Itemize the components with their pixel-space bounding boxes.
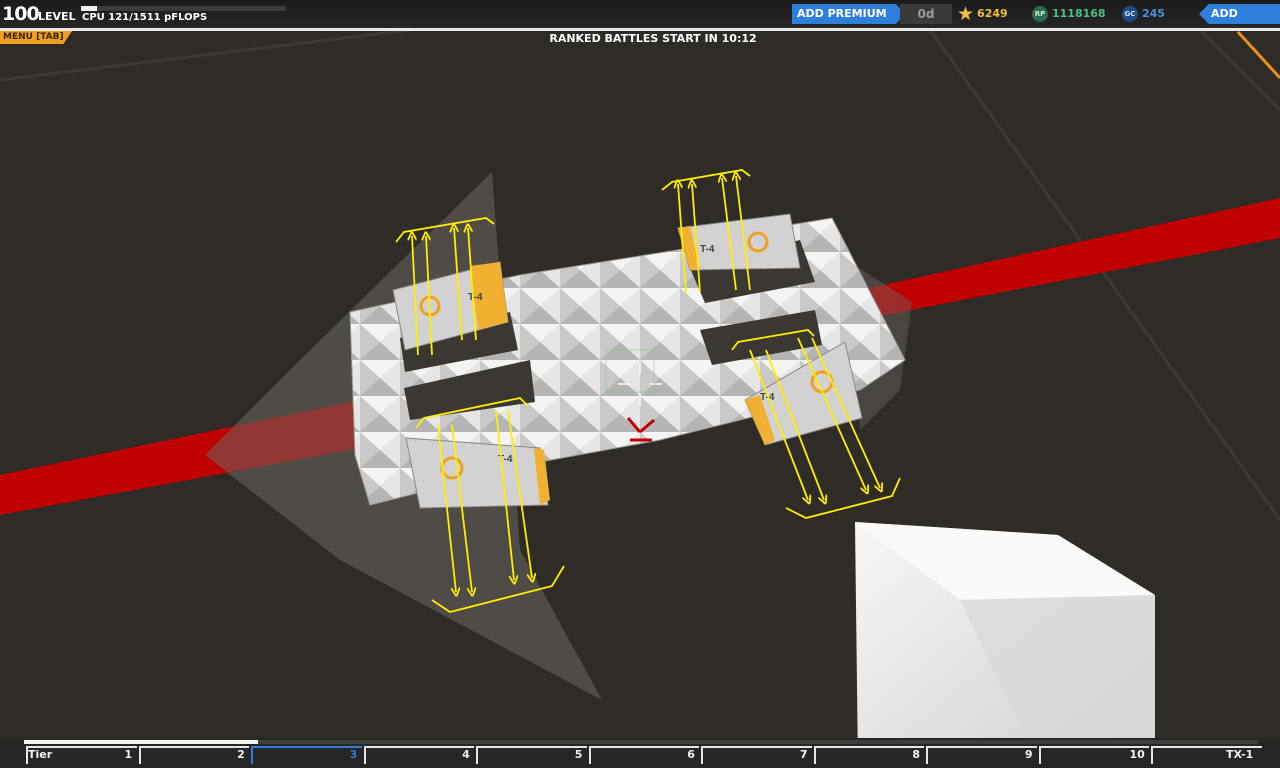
tier-segment bbox=[26, 746, 137, 764]
tier-label: 10 bbox=[1129, 748, 1145, 761]
tier-segment bbox=[813, 746, 925, 764]
tier-progress-bar bbox=[24, 740, 1258, 744]
tier-label: 3 bbox=[349, 748, 358, 761]
player-level-value: 100 bbox=[2, 3, 40, 25]
tier-label: 7 bbox=[799, 748, 808, 761]
player-level-label: LEVEL bbox=[38, 10, 76, 23]
tier-label: 9 bbox=[1024, 748, 1033, 761]
ranked-battles-notice: RANKED BATTLES START IN 10:12 bbox=[549, 32, 757, 45]
cpu-usage-label: CPU 121/1511 pFLOPS bbox=[82, 12, 208, 23]
tier-segment bbox=[588, 746, 700, 764]
galaxy-coin-currency: GC 245 bbox=[1122, 4, 1165, 24]
tier-segment bbox=[701, 746, 812, 764]
star-currency: ★ 6249 bbox=[957, 4, 1008, 24]
tier-label: 2 bbox=[237, 748, 245, 761]
foreground-cube-block bbox=[855, 522, 1155, 768]
cpu-usage-fill bbox=[81, 6, 98, 11]
tier-segment bbox=[138, 746, 250, 764]
premium-days-remaining: 0d bbox=[900, 4, 952, 24]
tier-progress-fill bbox=[24, 740, 259, 744]
thruster-label: T-4 bbox=[468, 292, 483, 303]
game-viewport[interactable]: T-4 T-4 T-4 T-4 bbox=[0, 0, 1280, 768]
star-icon: ★ bbox=[957, 3, 975, 25]
add-premium-button[interactable]: ADD PREMIUM bbox=[792, 4, 905, 24]
gc-icon: GC bbox=[1122, 6, 1138, 22]
tier-label: 4 bbox=[462, 748, 470, 761]
rp-icon: RP bbox=[1032, 6, 1048, 22]
tier-label: 8 bbox=[912, 748, 921, 761]
top-hud-divider bbox=[0, 28, 1280, 31]
cpu-usage-bar bbox=[81, 6, 286, 11]
tier-label: 1 bbox=[124, 748, 133, 761]
star-currency-value: 6249 bbox=[977, 7, 1008, 20]
thruster-label: T-4 bbox=[700, 244, 715, 255]
galaxy-coin-value: 245 bbox=[1142, 7, 1165, 20]
tier-segment bbox=[476, 746, 587, 764]
thruster-t4-bottom-left[interactable]: T-4 bbox=[405, 437, 550, 509]
tier-label: 5 bbox=[574, 748, 583, 761]
tier-segment bbox=[251, 746, 362, 764]
tier-label: TX-1 bbox=[1226, 748, 1254, 761]
tier-label: 6 bbox=[687, 748, 695, 761]
robit-currency-value: 1118168 bbox=[1052, 7, 1106, 20]
add-funds-button[interactable]: ADD FUNDS bbox=[1199, 4, 1280, 24]
tier-segment bbox=[363, 746, 475, 764]
tier-segment bbox=[926, 746, 1037, 764]
robit-currency: RP 1118168 bbox=[1032, 4, 1106, 24]
